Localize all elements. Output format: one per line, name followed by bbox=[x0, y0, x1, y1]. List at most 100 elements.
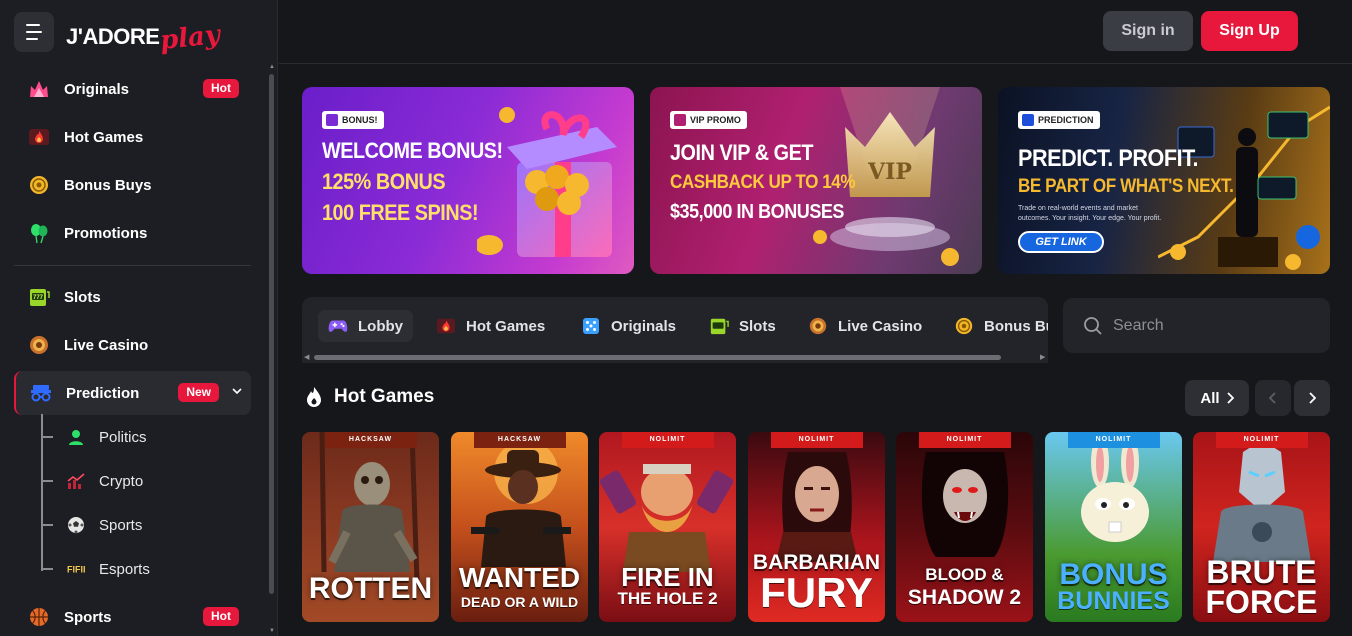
tab-bonus-buys[interactable]: Bonus Bu bbox=[944, 310, 1048, 342]
tab-hot-games[interactable]: Hot Games bbox=[426, 310, 555, 342]
tab-label: Live Casino bbox=[838, 317, 923, 335]
banner-tag-label: BONUS! bbox=[342, 115, 378, 125]
sidebar-subitem-politics[interactable]: Politics bbox=[43, 417, 243, 457]
provider-label: NOLIMIT bbox=[1215, 432, 1308, 448]
game-card-rotten[interactable]: HACKSAW ROTTEN bbox=[302, 432, 439, 622]
flame-icon bbox=[307, 387, 321, 407]
tab-lobby[interactable]: Lobby bbox=[318, 310, 413, 342]
search-input[interactable] bbox=[1113, 316, 1313, 335]
carousel-next-button[interactable] bbox=[1294, 380, 1330, 416]
banner-tag-label: PREDICTION bbox=[1038, 115, 1094, 125]
sidebar-item-sports[interactable]: Sports Hot bbox=[14, 595, 251, 636]
get-link-button[interactable]: GET LINK bbox=[1018, 231, 1104, 253]
sidebar-nav: Originals Hot Hot Games Bonus Buys Promo… bbox=[0, 64, 270, 636]
banner-tag-label: VIP PROMO bbox=[690, 115, 741, 125]
banner-tag: PREDICTION bbox=[1018, 111, 1100, 129]
slot-machine-icon bbox=[709, 316, 729, 336]
sidebar-item-label: Slots bbox=[64, 288, 101, 306]
sidebar-subitem-esports[interactable]: FIFII Esports bbox=[43, 549, 243, 589]
sidebar-item-promotions[interactable]: Promotions bbox=[14, 211, 251, 255]
carousel-prev-button[interactable] bbox=[1255, 380, 1291, 416]
svg-text:777: 777 bbox=[33, 295, 44, 301]
logo-play-text: play bbox=[159, 19, 222, 57]
scroll-up-icon[interactable]: ▲ bbox=[268, 64, 276, 70]
chevron-right-icon bbox=[1309, 392, 1316, 404]
game-card-wanted[interactable]: HACKSAW WANTED DEAD OR A WILD bbox=[451, 432, 588, 622]
roulette-icon bbox=[28, 334, 50, 356]
welcome-bonus-banner[interactable]: BONUS! WELCOME BONUS! 125% BONUS 100 FRE… bbox=[302, 87, 634, 274]
prediction-banner[interactable]: PREDICTION PREDICT. PROFIT. BE PART OF W… bbox=[998, 87, 1330, 274]
sidebar-subitem-label: Politics bbox=[99, 428, 147, 446]
logo[interactable]: J'ADORE play bbox=[66, 16, 222, 56]
chart-icon bbox=[67, 472, 85, 490]
sidebar-item-label: Promotions bbox=[64, 224, 148, 242]
crown-fire-icon bbox=[28, 78, 50, 100]
tab-label: Bonus Bu bbox=[984, 317, 1048, 335]
game-subtitle: SHADOW 2 bbox=[907, 586, 1022, 609]
game-title: ROTTEN bbox=[308, 572, 433, 605]
game-card-barbarian-fury[interactable]: NOLIMIT BARBARIAN FURY bbox=[748, 432, 885, 622]
sidebar-item-originals[interactable]: Originals Hot bbox=[14, 67, 251, 111]
sidebar-divider bbox=[14, 265, 251, 266]
provider-label: NOLIMIT bbox=[770, 432, 863, 448]
sidebar-scroll-thumb[interactable] bbox=[269, 74, 274, 594]
game-subtitle: FURY bbox=[760, 569, 873, 616]
person-icon bbox=[67, 428, 85, 446]
menu-toggle-button[interactable] bbox=[14, 12, 54, 52]
coin-icon bbox=[954, 316, 974, 336]
tab-originals[interactable]: Originals bbox=[571, 310, 686, 342]
sidebar-subitem-sports[interactable]: Sports bbox=[43, 505, 243, 545]
game-subtitle: THE HOLE 2 bbox=[617, 589, 718, 608]
banner-headline-3: $35,000 IN BONUSES bbox=[670, 201, 844, 223]
search-icon bbox=[1084, 316, 1102, 335]
sign-up-button[interactable]: Sign Up bbox=[1201, 11, 1298, 51]
fire-icon bbox=[436, 316, 456, 336]
vip-promo-banner[interactable]: VIP VIP PROMO JOIN VIP & GET CASHBACK UP… bbox=[650, 87, 982, 274]
section-title: Hot Games bbox=[334, 386, 435, 407]
scroll-left-icon[interactable]: ◀ bbox=[304, 353, 309, 361]
sidebar-item-bonus-buys[interactable]: Bonus Buys bbox=[14, 163, 251, 207]
sign-in-button[interactable]: Sign in bbox=[1103, 11, 1193, 51]
tab-label: Lobby bbox=[358, 317, 403, 335]
tab-live-casino[interactable]: Live Casino bbox=[798, 310, 932, 342]
sidebar-subitem-label: Esports bbox=[99, 560, 150, 578]
sidebar-subitem-crypto[interactable]: Crypto bbox=[43, 461, 243, 501]
search-box[interactable] bbox=[1063, 298, 1330, 353]
category-tabs: Lobby Hot Games Originals Slots Live Cas… bbox=[302, 297, 1048, 363]
game-card-bonus-bunnies[interactable]: NOLIMIT BONUS BUNNIES bbox=[1045, 432, 1182, 622]
sidebar-item-prediction[interactable]: Prediction New bbox=[14, 371, 251, 415]
provider-label: HACKSAW bbox=[324, 432, 417, 448]
app-root: J'ADORE play Originals Hot Hot Games Bon… bbox=[0, 0, 1352, 636]
balloons-icon bbox=[28, 222, 50, 244]
sidebar-item-hot-games[interactable]: Hot Games bbox=[14, 115, 251, 159]
sidebar-scrollbar[interactable]: ▲ ▼ bbox=[268, 64, 276, 636]
sidebar-item-label: Originals bbox=[64, 80, 130, 98]
chevron-down-icon[interactable] bbox=[231, 385, 243, 397]
prediction-tag-icon bbox=[1022, 114, 1034, 126]
gift-box-illustration bbox=[477, 107, 617, 257]
sidebar-item-live-casino[interactable]: Live Casino bbox=[14, 323, 251, 367]
chevron-left-icon bbox=[1269, 392, 1276, 404]
roulette-icon bbox=[808, 316, 828, 336]
game-card-brute-force[interactable]: NOLIMIT BRUTE FORCE bbox=[1193, 432, 1330, 622]
sidebar-item-slots[interactable]: 777 Slots bbox=[14, 275, 251, 319]
game-card-blood-and-shadow-2[interactable]: NOLIMIT BLOOD & SHADOW 2 bbox=[896, 432, 1033, 622]
scroll-down-icon[interactable]: ▼ bbox=[268, 628, 276, 634]
tab-slots[interactable]: Slots bbox=[699, 310, 786, 342]
hot-badge: Hot bbox=[203, 607, 239, 626]
tab-label: Hot Games bbox=[466, 317, 546, 335]
provider-label: NOLIMIT bbox=[918, 432, 1011, 448]
scroll-right-icon[interactable]: ▶ bbox=[1040, 353, 1045, 361]
sidebar-item-label: Live Casino bbox=[64, 336, 149, 354]
gamepad-icon bbox=[328, 316, 348, 336]
svg-text:VIP: VIP bbox=[867, 159, 912, 185]
tabs-scroll-thumb[interactable] bbox=[314, 355, 1001, 360]
provider-label: HACKSAW bbox=[473, 432, 566, 448]
crown-tag-icon bbox=[674, 114, 686, 126]
banner-headline-2: 125% BONUS bbox=[322, 169, 446, 194]
banner-headline-1: JOIN VIP & GET bbox=[670, 140, 813, 165]
view-all-button[interactable]: All bbox=[1185, 380, 1249, 416]
view-all-label: All bbox=[1200, 389, 1220, 407]
game-subtitle: DEAD OR A WILD bbox=[460, 594, 579, 610]
game-card-fire-in-the-hole-2[interactable]: NOLIMIT FIRE IN THE HOLE 2 bbox=[599, 432, 736, 622]
